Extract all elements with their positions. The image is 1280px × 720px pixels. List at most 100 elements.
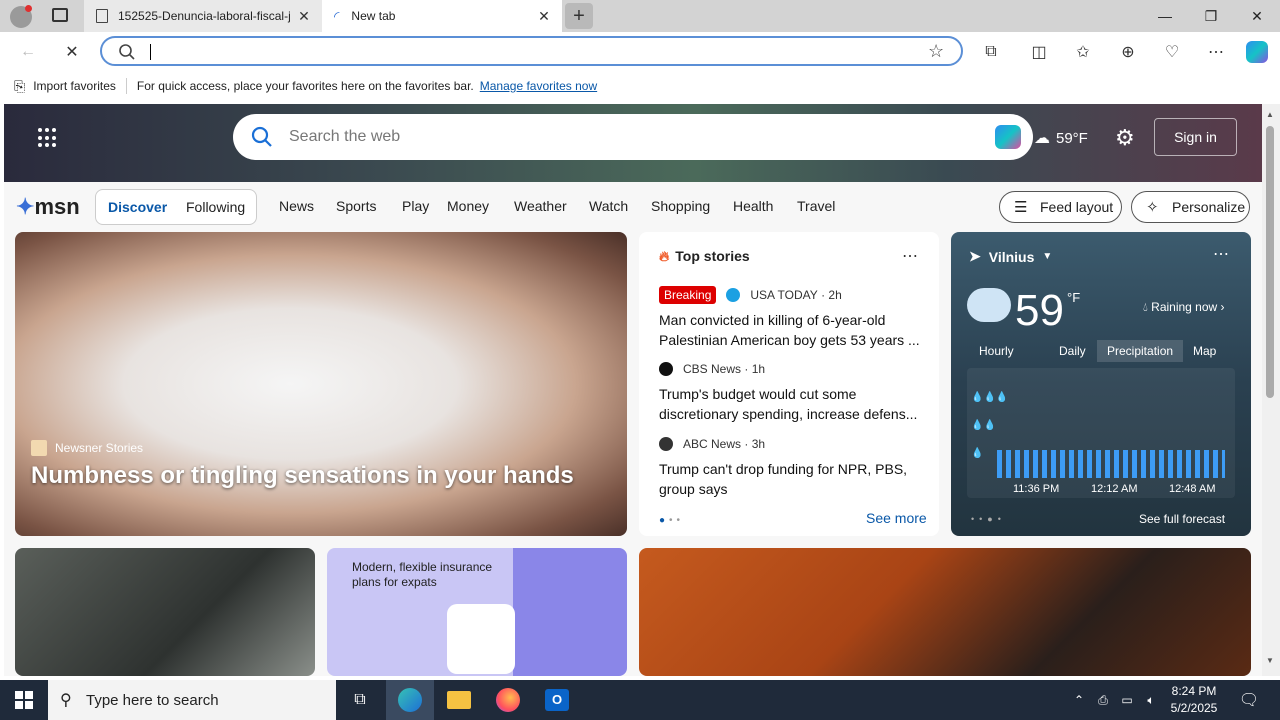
copilot-icon[interactable] [1244,39,1270,65]
apps-grid-icon[interactable] [38,128,58,148]
scrollbar-thumb[interactable] [1266,126,1274,398]
collections-icon[interactable]: ⊕ [1115,39,1141,65]
taskbar-search[interactable]: ⚲ Type here to search [48,680,336,720]
task-view-icon[interactable]: ⧉ [336,680,384,720]
browser-essentials-icon[interactable]: ♡ [1159,39,1185,65]
story-card-machine[interactable] [15,548,315,676]
nav-watch[interactable]: Watch [589,198,628,214]
nav-news[interactable]: News [279,198,314,214]
nav-weather[interactable]: Weather [514,198,567,214]
nav-money[interactable]: Money [447,198,489,214]
nav-play[interactable]: Play [402,198,429,214]
close-tab-icon[interactable]: ✕ [294,8,314,25]
back-button[interactable]: ← [15,39,41,65]
story-age: 2h [828,288,842,302]
tab-precipitation[interactable]: Precipitation [1097,340,1184,362]
manage-favorites-link[interactable]: Manage favorites now [480,79,597,93]
restore-button[interactable]: ❐ [1188,0,1234,32]
nav-health[interactable]: Health [733,198,773,214]
new-tab-button[interactable]: + [565,3,593,29]
favorite-star-icon[interactable]: ☆ [928,41,944,62]
see-full-forecast-link[interactable]: See full forecast [1139,512,1225,526]
chart-time: 11:36 PM [1013,483,1060,495]
favorites-icon[interactable]: ✩ [1070,39,1096,65]
notifications-icon[interactable]: 🗨︎ [1234,680,1264,720]
web-search-box[interactable]: Search the web [233,114,1033,160]
abc-news-logo-icon [659,437,673,451]
feed-layout-button[interactable]: ☰ Feed layout [999,191,1122,223]
profile-icon[interactable] [10,5,32,28]
close-window-button[interactable]: ✕ [1234,0,1280,32]
stop-loading-button[interactable]: ✕ [59,39,85,65]
weather-carousel-dots[interactable]: ••●• [971,514,1006,524]
page-scrollbar[interactable]: ▲ ▼ [1262,104,1280,676]
story-source: ABC News [683,437,742,451]
weather-condition[interactable]: 💧︎ Raining now › [1143,300,1225,315]
story-meta: Breaking USA TODAY · 2h [659,286,842,304]
search-icon: ⚲ [60,692,72,709]
minimize-button[interactable]: — [1142,0,1188,32]
network-icon[interactable]: ▭ [1116,680,1138,720]
tab-discover[interactable]: Discover [108,199,167,215]
nav-sports[interactable]: Sports [336,198,376,214]
tab-actions-icon[interactable] [52,8,68,22]
start-button[interactable] [0,680,48,720]
volume-icon[interactable]: 🔈︎ [1140,680,1162,720]
more-menu-icon[interactable]: ⋯ [1203,39,1229,65]
copilot-search-icon[interactable] [995,125,1021,149]
story-headline[interactable]: Man convicted in killing of 6-year-old P… [659,310,924,350]
weather-location[interactable]: ➤ Vilnius ▼ [969,248,1052,265]
hero-banner: Search the web ☁ 59°F ⚙ Sign in [4,104,1262,182]
scroll-up-icon[interactable]: ▲ [1266,110,1274,119]
story-headline[interactable]: Trump can't drop funding for NPR, PBS, g… [659,459,924,499]
split-screen-icon[interactable]: ◫ [1026,39,1052,65]
hero-story-card[interactable]: Newsner Stories Numbness or tingling sen… [15,232,627,536]
more-options-icon[interactable]: ⋯ [902,246,918,266]
sign-in-button[interactable]: Sign in [1154,118,1237,156]
msn-nav: ✦msn Discover Following News Sports Play… [4,182,1262,232]
tab-document[interactable]: 152525-Denuncia-laboral-fiscal-j ✕ [84,0,322,32]
tab-daily[interactable]: Daily [1059,344,1086,358]
tab-new-tab[interactable]: ◜ New tab ✕ [322,0,562,32]
tab-following[interactable]: Following [186,199,245,215]
weather-temp: 59 [1015,286,1064,335]
chart-time: 12:12 AM [1091,483,1138,495]
nav-travel[interactable]: Travel [797,198,835,214]
taskbar-clock[interactable]: 8:24 PM 5/2/2025 [1166,683,1222,717]
tab-map[interactable]: Map [1193,344,1216,358]
tab-strip: 152525-Denuncia-laboral-fiscal-j ✕ ◜ New… [0,0,1280,32]
address-bar[interactable]: ☆ [100,36,963,66]
story-source: USA TODAY [750,288,818,302]
import-favorites-button[interactable]: Import favorites [33,79,116,93]
nav-shopping[interactable]: Shopping [651,198,710,214]
ad-card-insurance[interactable]: Modern, flexible insurance plans for exp… [327,548,627,676]
flame-icon: 🔥︎ [659,248,670,264]
carousel-dots[interactable]: ●•• [659,515,684,526]
msn-logo[interactable]: ✦msn [16,194,80,220]
see-more-link[interactable]: See more [866,510,927,526]
raindrop-icon: 💧︎ [1143,300,1148,314]
show-hidden-icons[interactable]: ⌃ [1068,680,1090,720]
outlook-icon[interactable]: O [533,680,581,720]
breaking-badge: Breaking [659,286,717,304]
scroll-down-icon[interactable]: ▼ [1266,656,1274,665]
settings-gear-icon[interactable]: ⚙ [1115,125,1135,151]
hero-source: Newsner Stories [31,440,143,456]
weather-more-icon[interactable]: ⋯ [1213,244,1229,264]
address-caret [150,44,151,60]
firefox-icon[interactable] [484,680,532,720]
tab-hourly[interactable]: Hourly [979,344,1014,358]
edge-taskbar-icon[interactable] [386,680,434,720]
close-tab-icon[interactable]: ✕ [534,8,554,25]
extensions-icon[interactable]: ⧉ [978,39,1004,65]
personalize-star-icon: ✧ [1146,199,1159,216]
sliders-icon: ☰ [1014,199,1028,216]
network-device-icon[interactable]: ⎙ [1092,680,1114,720]
taskbar-search-placeholder: Type here to search [86,691,219,709]
story-card-phone[interactable] [639,548,1251,676]
rain-cloud-icon: ☁ [1034,130,1050,147]
header-weather[interactable]: ☁ 59°F [1034,128,1088,148]
story-headline[interactable]: Trump's budget would cut some discretion… [659,384,924,424]
personalize-button[interactable]: ✧ Personalize [1131,191,1250,223]
file-explorer-icon[interactable] [435,680,483,720]
